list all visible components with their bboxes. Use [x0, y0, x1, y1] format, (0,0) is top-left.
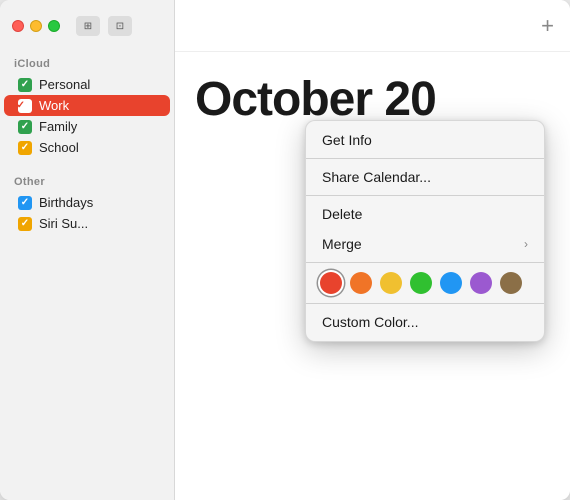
personal-checkbox[interactable] [18, 78, 32, 92]
menu-item-get-info[interactable]: Get Info [306, 125, 544, 155]
sidebar-item-work[interactable]: ✓ Work [4, 95, 170, 116]
other-section-label: Other [0, 170, 174, 192]
sidebar-item-siri[interactable]: Siri Su... [4, 213, 170, 234]
menu-separator-4 [306, 303, 544, 304]
color-dot-red[interactable] [320, 272, 342, 294]
custom-color-label: Custom Color... [322, 314, 418, 330]
calendar-grid-icon[interactable]: ⊞ [76, 16, 100, 36]
main-area: + October 20 Get Info Share Calendar... … [175, 0, 570, 500]
color-dot-green[interactable] [410, 272, 432, 294]
delete-label: Delete [322, 206, 362, 222]
close-button[interactable] [12, 20, 24, 32]
personal-label: Personal [39, 77, 156, 92]
minimize-button[interactable] [30, 20, 42, 32]
chevron-right-icon: › [524, 237, 528, 251]
icloud-section-label: iCloud [0, 52, 174, 74]
siri-checkbox[interactable] [18, 217, 32, 231]
school-label: School [39, 140, 156, 155]
family-checkbox[interactable] [18, 120, 32, 134]
family-label: Family [39, 119, 156, 134]
siri-label: Siri Su... [39, 216, 156, 231]
work-label: Work [39, 98, 156, 113]
menu-separator-2 [306, 195, 544, 196]
main-header: + [175, 0, 570, 52]
sidebar-item-birthdays[interactable]: Birthdays [4, 192, 170, 213]
menu-item-delete[interactable]: Delete [306, 199, 544, 229]
color-dot-blue[interactable] [440, 272, 462, 294]
menu-separator-3 [306, 262, 544, 263]
share-calendar-label: Share Calendar... [322, 169, 431, 185]
titlebar: ⊞ ⊡ [0, 0, 174, 52]
traffic-lights [12, 20, 60, 32]
birthdays-label: Birthdays [39, 195, 156, 210]
sidebar-item-family[interactable]: Family [4, 116, 170, 137]
sidebar: ⊞ ⊡ iCloud Personal ✓ Work Family School [0, 0, 175, 500]
sidebar-item-personal[interactable]: Personal [4, 74, 170, 95]
inbox-icon[interactable]: ⊡ [108, 16, 132, 36]
menu-item-share-calendar[interactable]: Share Calendar... [306, 162, 544, 192]
add-event-button[interactable]: + [541, 13, 554, 39]
color-dot-brown[interactable] [500, 272, 522, 294]
menu-separator-1 [306, 158, 544, 159]
color-dot-orange[interactable] [350, 272, 372, 294]
month-title: October 20 [175, 52, 570, 127]
menu-item-custom-color[interactable]: Custom Color... [306, 307, 544, 337]
work-checkbox[interactable]: ✓ [18, 99, 32, 113]
context-menu: Get Info Share Calendar... Delete Merge … [305, 120, 545, 342]
birthdays-checkbox[interactable] [18, 196, 32, 210]
school-checkbox[interactable] [18, 141, 32, 155]
menu-item-merge[interactable]: Merge › [306, 229, 544, 259]
color-dot-purple[interactable] [470, 272, 492, 294]
app-window: ⊞ ⊡ iCloud Personal ✓ Work Family School [0, 0, 570, 500]
get-info-label: Get Info [322, 132, 372, 148]
color-picker-row [306, 266, 544, 300]
merge-label: Merge [322, 236, 362, 252]
maximize-button[interactable] [48, 20, 60, 32]
sidebar-item-school[interactable]: School [4, 137, 170, 158]
color-dot-yellow[interactable] [380, 272, 402, 294]
